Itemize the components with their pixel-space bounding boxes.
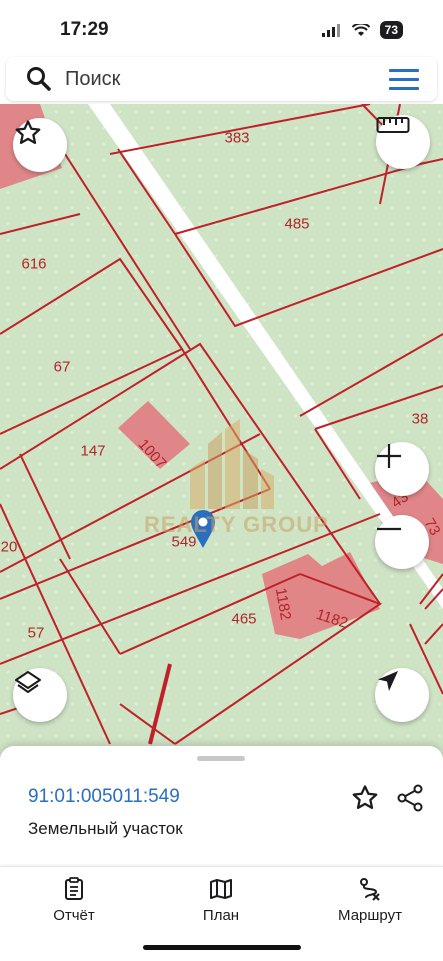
share-icon[interactable] <box>395 783 425 813</box>
watermark: REALTY GROUP <box>144 414 328 537</box>
parcel-label[interactable]: 485 <box>284 216 309 233</box>
search-input[interactable]: Поиск <box>65 68 120 91</box>
tab-plan[interactable]: План <box>197 877 245 924</box>
ruler-button[interactable] <box>376 115 430 169</box>
sheet-grabber[interactable] <box>197 756 245 761</box>
parcel-border <box>119 703 176 745</box>
ruler-icon <box>376 117 410 133</box>
watermark-logo <box>190 419 274 509</box>
parcel-label[interactable]: 38 <box>412 411 429 428</box>
parcel-type: Земельный участок <box>28 819 183 838</box>
favorite-button[interactable] <box>13 118 67 172</box>
zoom-out-button[interactable] <box>375 515 429 569</box>
status-bar: 17:29 73 <box>0 0 443 56</box>
parcel-border <box>0 257 183 350</box>
tab-plan-label: План <box>202 907 240 924</box>
search-bar[interactable]: Поиск <box>6 57 437 101</box>
layers-button[interactable] <box>13 668 67 722</box>
home-indicator <box>143 945 301 950</box>
tab-route-label: Маршрут <box>338 907 402 924</box>
star-icon <box>15 120 41 144</box>
parcel-border <box>0 213 81 235</box>
minus-icon <box>377 527 401 531</box>
parcel-label[interactable]: 20 <box>1 539 18 556</box>
parcel-label[interactable]: 549 <box>171 534 196 551</box>
status-icons: 73 <box>321 21 403 39</box>
map-view[interactable]: REALTY GROUP 383 485 616 67 147 549 465 … <box>0 104 443 764</box>
parcel-label[interactable]: 57 <box>28 625 45 642</box>
zoom-in-button[interactable] <box>375 442 429 496</box>
parcel-label[interactable]: 383 <box>224 130 249 147</box>
search-icon <box>27 67 51 91</box>
menu-icon[interactable] <box>389 69 419 96</box>
plus-icon <box>377 444 401 468</box>
battery-indicator: 73 <box>379 21 403 39</box>
tab-report[interactable]: Отчёт <box>50 877 98 924</box>
star-icon[interactable] <box>350 783 380 813</box>
signal-icon <box>321 23 340 37</box>
parcel-border <box>19 453 71 560</box>
parcel-info-sheet[interactable]: 91:01:005011:549 Земельный участок <box>0 746 443 864</box>
map-plan-icon <box>210 879 232 899</box>
parcel-label[interactable]: 616 <box>21 256 46 273</box>
locate-button[interactable] <box>375 668 429 722</box>
parcel-border <box>424 623 443 645</box>
parcel-border <box>64 153 191 350</box>
parcel-border <box>299 333 443 417</box>
route-icon <box>360 878 380 901</box>
parcel-label[interactable]: 147 <box>80 443 105 460</box>
tab-route[interactable]: Маршрут <box>330 877 410 924</box>
cadastral-number[interactable]: 91:01:005011:549 <box>28 786 180 808</box>
layers-icon <box>15 671 41 693</box>
parcel-label[interactable]: 465 <box>231 611 256 628</box>
wifi-icon <box>351 23 370 36</box>
parcel-border <box>59 558 121 655</box>
report-icon <box>65 877 83 900</box>
tab-report-label: Отчёт <box>53 907 95 924</box>
navigation-arrow-icon <box>378 671 398 691</box>
status-time: 17:29 <box>60 19 109 40</box>
parcel-label[interactable]: 67 <box>54 359 71 376</box>
